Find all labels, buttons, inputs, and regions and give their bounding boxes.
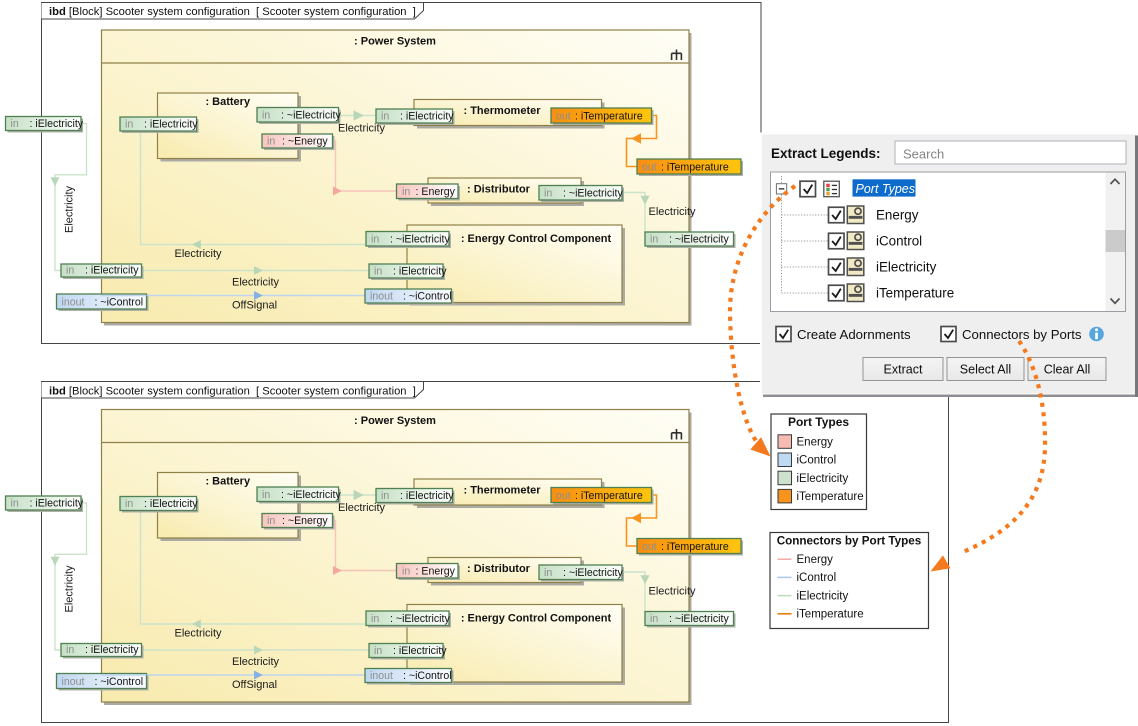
svg-text:: Battery: : Battery <box>205 96 251 108</box>
svg-text:: Thermometer: : Thermometer <box>463 105 541 117</box>
svg-text:Select All: Select All <box>960 363 1011 377</box>
svg-text:: Distributor: : Distributor <box>467 183 531 195</box>
svg-text:iControl: iControl <box>797 455 837 467</box>
svg-text:Electricity: Electricity <box>64 185 76 233</box>
svg-text:iControl: iControl <box>797 572 837 584</box>
svg-text:iElectricity: iElectricity <box>797 590 849 602</box>
svg-text:Electricity: Electricity <box>338 123 386 135</box>
svg-text:Connectors by Ports: Connectors by Ports <box>962 327 1082 342</box>
svg-text:inout: ~iControl: inout: ~iControl <box>62 297 144 309</box>
svg-text:Connectors by Port Types: Connectors by Port Types <box>777 534 922 547</box>
svg-text:Extract: Extract <box>884 363 923 377</box>
svg-text:Energy: Energy <box>797 437 834 449</box>
svg-text:iControl: iControl <box>876 234 922 249</box>
svg-text:iTemperature: iTemperature <box>797 609 864 621</box>
svg-text:Energy: Energy <box>876 208 919 223</box>
svg-text:Electricity: Electricity <box>175 248 223 260</box>
svg-text:in: Energy: in: Energy <box>402 186 456 198</box>
svg-text:out: iTemperature: out: iTemperature <box>642 162 729 174</box>
svg-text:inout: ~iControl: inout: ~iControl <box>370 291 452 303</box>
svg-text:ibd [Block] Scooter system con: ibd [Block] Scooter system configuration… <box>49 386 416 398</box>
svg-text:Port Types: Port Types <box>856 182 916 196</box>
svg-text:Energy: Energy <box>797 554 834 566</box>
svg-text:: Energy Control Component: : Energy Control Component <box>461 233 612 245</box>
svg-text:iTemperature: iTemperature <box>876 286 954 301</box>
svg-text:Clear All: Clear All <box>1044 363 1091 377</box>
svg-text:Electricity: Electricity <box>649 206 697 218</box>
svg-text:out: iTemperature: out: iTemperature <box>556 111 643 123</box>
svg-text:iElectricity: iElectricity <box>797 473 849 485</box>
svg-text:iElectricity: iElectricity <box>876 260 937 275</box>
svg-text:Search: Search <box>903 147 944 162</box>
svg-text:ibd [Block] Scooter system con: ibd [Block] Scooter system configuration… <box>49 6 416 18</box>
svg-text:iTemperature: iTemperature <box>797 491 864 503</box>
svg-text:Port Types: Port Types <box>788 415 849 429</box>
svg-text:Extract Legends:: Extract Legends: <box>771 146 881 161</box>
svg-text:Create Adornments: Create Adornments <box>797 327 911 342</box>
svg-text:OffSignal: OffSignal <box>232 300 277 312</box>
svg-text:: Power System: : Power System <box>354 36 436 48</box>
svg-text:Electricity: Electricity <box>232 277 280 289</box>
